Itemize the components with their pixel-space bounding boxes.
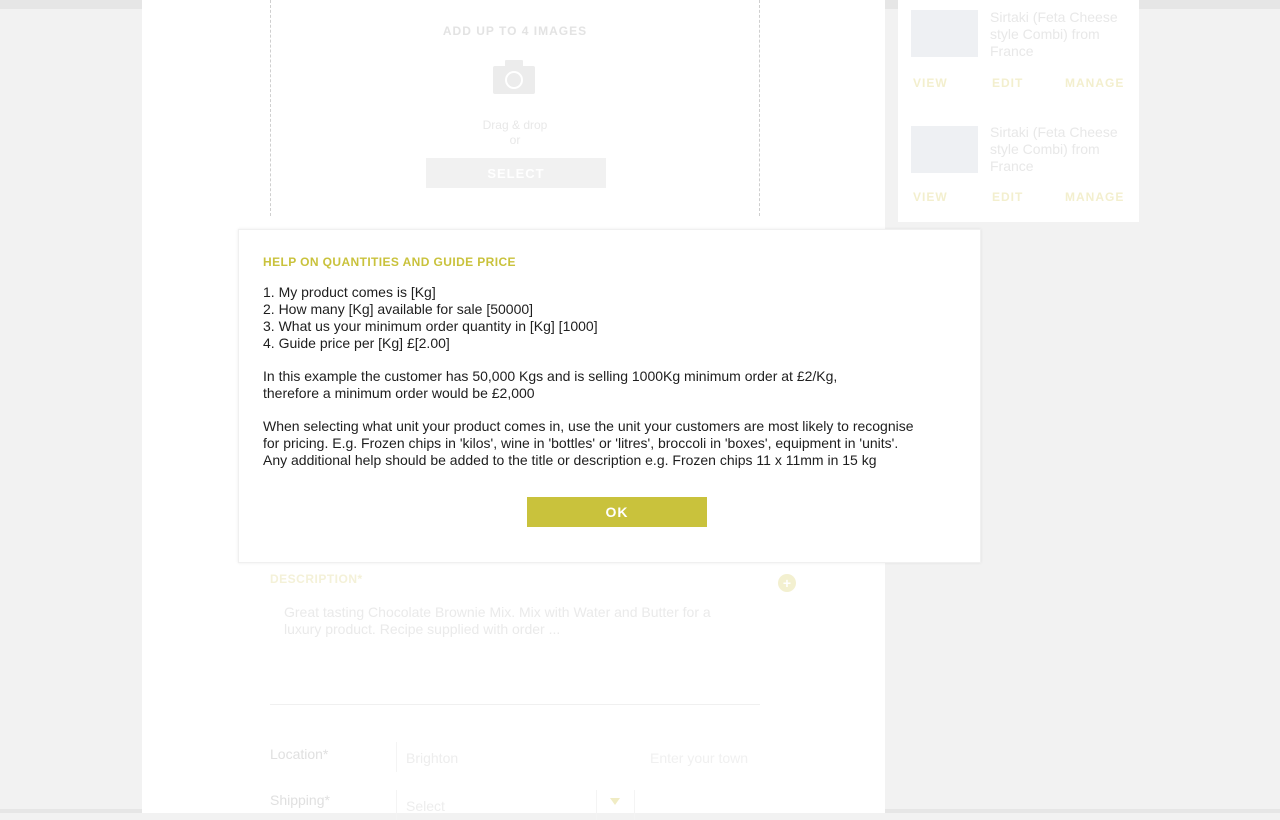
field-separator bbox=[396, 742, 397, 772]
image-upload-area[interactable]: ADD UP TO 4 IMAGES Drag & drop or SELECT bbox=[270, 0, 760, 216]
view-link[interactable]: VIEW bbox=[913, 190, 948, 204]
town-input[interactable]: Enter your town bbox=[650, 750, 748, 766]
modal-title: HELP ON QUANTITIES AND GUIDE PRICE bbox=[263, 255, 516, 269]
help-step-1: 1. My product comes is [Kg] bbox=[263, 284, 436, 300]
advice-line-1: When selecting what unit your product co… bbox=[263, 418, 914, 434]
description-label: DESCRIPTION* bbox=[270, 572, 363, 586]
product-title[interactable]: Sirtaki (Feta Cheese style Combi) from F… bbox=[990, 124, 1130, 175]
advice-line-2: for pricing. E.g. Frozen chips in 'kilos… bbox=[263, 435, 899, 451]
location-select[interactable]: Brighton bbox=[406, 750, 458, 766]
manage-link[interactable]: MANAGE bbox=[1065, 190, 1124, 204]
modal-body: 1. My product comes is [Kg] 2. How many … bbox=[263, 284, 953, 469]
example-line-1: In this example the customer has 50,000 … bbox=[263, 368, 838, 384]
view-link[interactable]: VIEW bbox=[913, 76, 948, 90]
drag-drop-text: Drag & drop or bbox=[271, 118, 759, 148]
chevron-down-icon[interactable] bbox=[610, 798, 620, 805]
edit-link[interactable]: EDIT bbox=[992, 190, 1023, 204]
description-field[interactable]: Great tasting Chocolate Brownie Mix. Mix… bbox=[284, 604, 744, 638]
shipping-label: Shipping* bbox=[270, 792, 330, 808]
help-step-3: 3. What us your minimum order quantity i… bbox=[263, 318, 598, 334]
help-modal: HELP ON QUANTITIES AND GUIDE PRICE 1. My… bbox=[238, 229, 981, 563]
plus-icon[interactable]: + bbox=[778, 574, 796, 592]
product-thumbnail[interactable] bbox=[911, 126, 978, 173]
edit-link[interactable]: EDIT bbox=[992, 76, 1023, 90]
product-thumbnail[interactable] bbox=[911, 10, 978, 57]
select-images-button[interactable]: SELECT bbox=[426, 158, 606, 188]
ok-button[interactable]: OK bbox=[527, 497, 707, 527]
or-label: or bbox=[509, 133, 521, 147]
product-list: Sirtaki (Feta Cheese style Combi) from F… bbox=[898, 0, 1139, 222]
manage-link[interactable]: MANAGE bbox=[1065, 76, 1124, 90]
camera-icon bbox=[493, 60, 535, 94]
drag-label: Drag & drop bbox=[482, 118, 548, 132]
location-label: Location* bbox=[270, 746, 329, 762]
field-separator bbox=[596, 790, 597, 820]
example-line-2: therefore a minimum order would be £2,00… bbox=[263, 385, 535, 401]
product-title[interactable]: Sirtaki (Feta Cheese style Combi) from F… bbox=[990, 9, 1130, 60]
advice-line-3: Any additional help should be added to t… bbox=[263, 452, 877, 468]
upload-heading: ADD UP TO 4 IMAGES bbox=[442, 24, 588, 38]
help-step-2: 2. How many [Kg] available for sale [500… bbox=[263, 301, 534, 317]
field-separator bbox=[396, 790, 397, 820]
divider bbox=[270, 704, 760, 705]
help-step-4: 4. Guide price per [Kg] £[2.00] bbox=[263, 335, 450, 351]
field-separator bbox=[634, 790, 635, 820]
shipping-select[interactable]: Select bbox=[406, 798, 445, 814]
